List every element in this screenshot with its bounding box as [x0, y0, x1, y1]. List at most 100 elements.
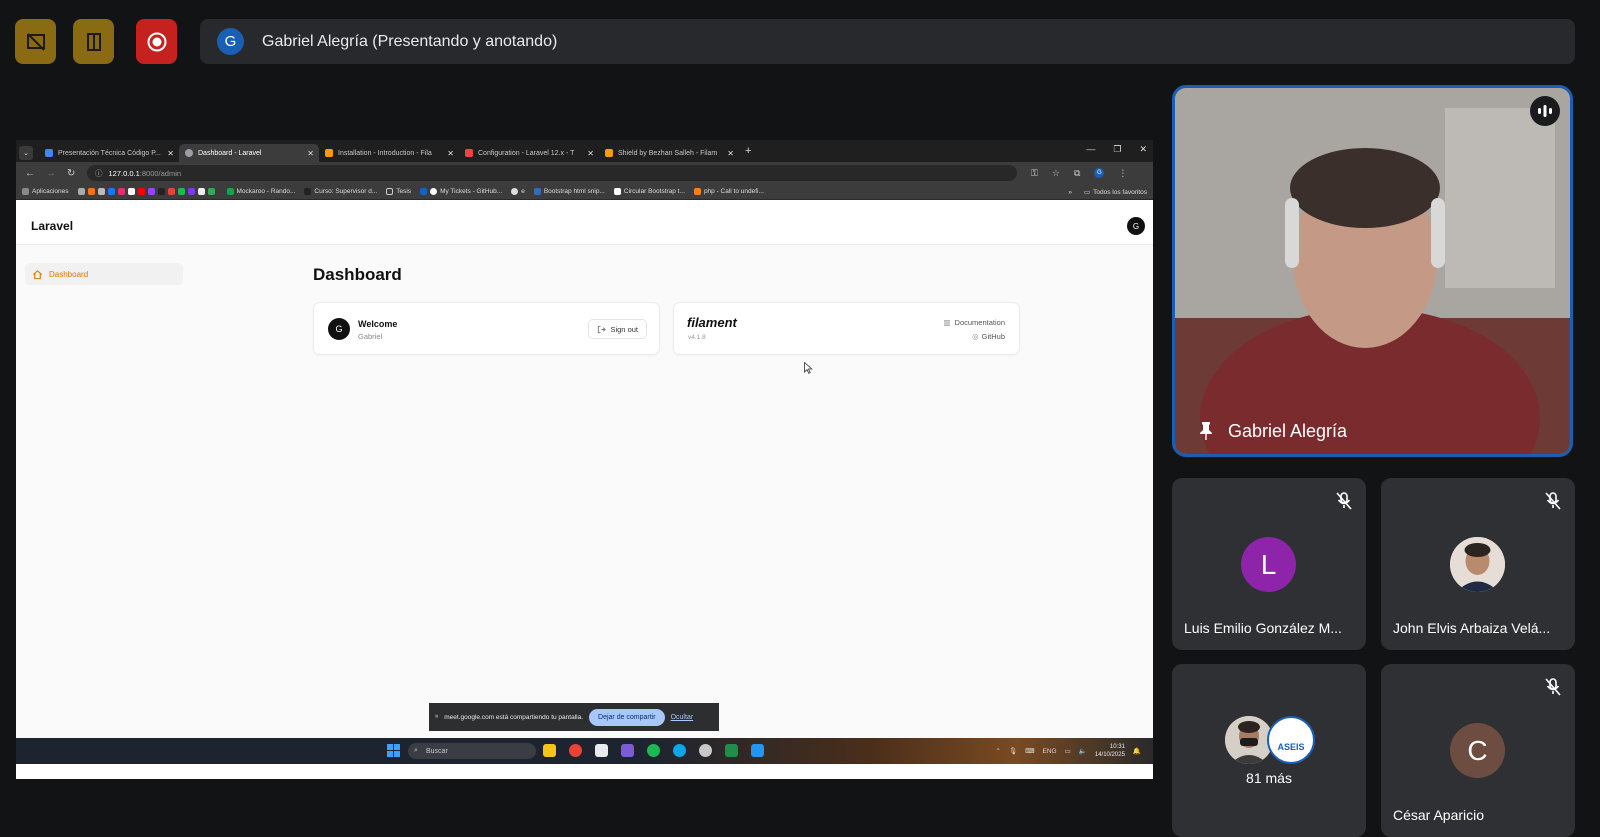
- taskbar-search-input[interactable]: ⌕ Buscar: [408, 743, 536, 759]
- stop-sharing-button[interactable]: Dejar de compartir: [589, 708, 665, 726]
- back-icon[interactable]: ←: [25, 168, 37, 179]
- tab-search-button[interactable]: ⌄: [19, 145, 33, 160]
- file-explorer-icon[interactable]: [543, 744, 556, 757]
- microphone-icon[interactable]: 🎙: [1009, 747, 1017, 755]
- speaking-indicator-icon: [1530, 96, 1560, 126]
- password-key-icon[interactable]: ⚿: [1031, 168, 1038, 179]
- participant-name: César Aparicio: [1393, 807, 1485, 823]
- drag-handle-icon[interactable]: ⏸: [435, 713, 438, 721]
- record-icon: [147, 32, 166, 51]
- excel-icon[interactable]: [725, 744, 738, 757]
- bookmark-star-icon[interactable]: ☆: [1052, 168, 1060, 179]
- tab-favicon-icon: [185, 149, 193, 157]
- hide-banner-link[interactable]: Ocultar: [671, 714, 694, 721]
- browser-tab[interactable]: Installation - Introduction - Fila ✕: [319, 144, 459, 162]
- close-window-icon[interactable]: ✕: [1139, 144, 1147, 155]
- bookmark-item[interactable]: e: [511, 188, 525, 195]
- github-link[interactable]: ◎ GitHub: [972, 332, 1005, 341]
- spotify-icon[interactable]: [647, 744, 660, 757]
- vscode-icon[interactable]: [751, 744, 764, 757]
- chrome-icon[interactable]: [569, 744, 582, 757]
- share-banner-text: meet.google.com está compartiendo tu pan…: [444, 713, 584, 721]
- close-icon[interactable]: ✕: [167, 149, 174, 158]
- bookmark-item[interactable]: My Tickets - GitHub...: [420, 188, 502, 195]
- browser-tab[interactable]: Presentación Técnica Código P... ✕: [39, 144, 179, 162]
- presenter-avatar: G: [217, 28, 244, 55]
- all-bookmarks-item[interactable]: » ▭ Todos los favoritos: [1068, 188, 1147, 196]
- bookmark-item[interactable]: Bootstrap html snip...: [533, 188, 605, 195]
- browser-tab[interactable]: Shield by Bezhan Salleh - Filam ✕: [599, 144, 739, 162]
- presenter-bar: G Gabriel Alegría (Presentando y anotand…: [200, 19, 1575, 64]
- browser-tabstrip: ⌄ Presentación Técnica Código P... ✕ Dash…: [16, 140, 1153, 162]
- site-info-icon[interactable]: ⓘ: [95, 168, 103, 179]
- mouse-cursor-icon: [804, 362, 813, 374]
- reload-icon[interactable]: ↻: [67, 168, 79, 179]
- new-tab-button[interactable]: +: [745, 145, 751, 157]
- sidebar-item-dashboard[interactable]: Dashboard: [25, 263, 183, 285]
- search-icon: ⌕: [414, 747, 418, 754]
- code-editor-icon[interactable]: [621, 744, 634, 757]
- tray-overflow-icon[interactable]: ⌃: [995, 747, 1000, 755]
- mic-off-icon: [1545, 492, 1561, 510]
- bookmark-item[interactable]: Mockaroo - Rando...: [226, 188, 295, 195]
- book-icon: ▥: [943, 318, 951, 327]
- bookmark-item[interactable]: php - Call to undefi...: [693, 188, 764, 195]
- self-video-tile[interactable]: Gabriel Alegría: [1172, 85, 1573, 457]
- browser-tab-active[interactable]: Dashboard - Laravel ✕: [179, 144, 319, 162]
- close-icon[interactable]: ✕: [307, 149, 314, 158]
- app-brand[interactable]: Laravel: [31, 219, 73, 233]
- screen-share-banner: ⏸ meet.google.com está compartiendo tu p…: [429, 703, 719, 731]
- participant-tile[interactable]: John Elvis Arbaiza Velá...: [1381, 478, 1575, 650]
- avatar: [1450, 537, 1505, 592]
- browser-menu-icon[interactable]: ⋮: [1118, 168, 1127, 179]
- restore-icon[interactable]: ❐: [1113, 144, 1121, 155]
- bookmark-icons-group[interactable]: [77, 188, 218, 195]
- sign-out-button[interactable]: Sign out: [588, 319, 647, 339]
- participant-tile[interactable]: C César Aparicio: [1381, 664, 1575, 837]
- url-path: :8000/admin: [139, 168, 182, 178]
- user-menu-avatar[interactable]: G: [1127, 217, 1145, 235]
- profile-photo: [1225, 716, 1273, 764]
- volume-icon[interactable]: 🔈: [1079, 747, 1087, 755]
- edge-icon[interactable]: [673, 744, 686, 757]
- windows-start-icon[interactable]: [387, 744, 400, 757]
- layout-toggle-button[interactable]: [15, 19, 56, 64]
- xbox-icon[interactable]: [699, 744, 712, 757]
- close-icon[interactable]: ✕: [587, 149, 594, 158]
- more-chevron-icon: »: [1068, 189, 1072, 196]
- participant-tile[interactable]: L Luis Emilio González M...: [1172, 478, 1366, 650]
- system-tray: ⌃ 🎙 ⌨ ENG ▭ 🔈 10:31 14/10/2025 🔔: [995, 743, 1141, 759]
- notifications-icon[interactable]: 🔔: [1133, 747, 1141, 755]
- language-indicator[interactable]: ENG: [1043, 748, 1057, 755]
- avatar: [1225, 716, 1273, 764]
- bookmark-item[interactable]: Tesis: [386, 188, 411, 195]
- record-button[interactable]: [136, 19, 177, 64]
- bookmark-item[interactable]: Curso: Supervisor d...: [304, 188, 377, 195]
- profile-avatar[interactable]: G: [1094, 168, 1105, 178]
- documentation-link[interactable]: ▥ Documentation: [943, 318, 1005, 327]
- mic-off-icon: [1545, 678, 1561, 696]
- video-feed-placeholder: [1175, 88, 1570, 454]
- keyboard-icon[interactable]: ⌨: [1025, 747, 1034, 755]
- address-bar: ← → ↻ ⓘ 127.0.0.1:8000/admin ⚿ ☆ ⧉ G ⋮: [16, 162, 1153, 184]
- close-icon[interactable]: ✕: [727, 149, 734, 158]
- app-topbar: Laravel G: [16, 207, 1153, 245]
- calendar-app-icon[interactable]: [595, 744, 608, 757]
- extensions-icon[interactable]: ⧉: [1074, 168, 1080, 179]
- tab-favicon-icon: [465, 149, 473, 157]
- browser-tab[interactable]: Configuration - Laravel 12.x - T ✕: [459, 144, 599, 162]
- bookmark-item[interactable]: Aplicaciones: [22, 188, 69, 195]
- bookmark-item[interactable]: Circular Bootstrap t...: [613, 188, 685, 195]
- pin-icon[interactable]: [1199, 421, 1213, 441]
- leave-room-button[interactable]: [73, 19, 114, 64]
- network-icon[interactable]: ▭: [1065, 747, 1071, 755]
- sign-out-icon: [598, 325, 607, 333]
- forward-icon[interactable]: →: [46, 168, 58, 179]
- app-body: Dashboard Dashboard G Welcome Gabriel Si…: [16, 245, 1153, 738]
- taskbar-clock[interactable]: 10:31 14/10/2025: [1095, 743, 1125, 759]
- tab-favicon-icon: [605, 149, 613, 157]
- minimize-icon[interactable]: —: [1086, 144, 1095, 155]
- url-input[interactable]: ⓘ 127.0.0.1:8000/admin: [87, 165, 1017, 181]
- more-participants-tile[interactable]: ASEIS 81 más: [1172, 664, 1366, 837]
- close-icon[interactable]: ✕: [447, 149, 454, 158]
